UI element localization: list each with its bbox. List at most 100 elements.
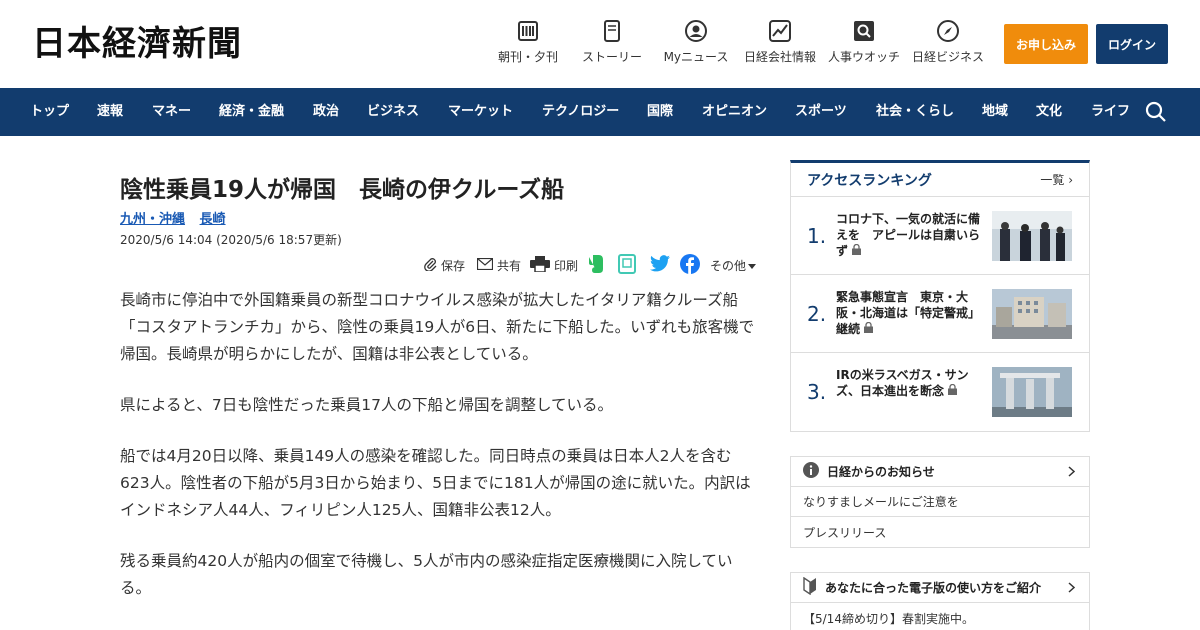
ranking-item[interactable]: 1. コロナ下、一気の就活に備えを アピールは自粛いらず (791, 197, 1089, 275)
article-title: 陰性乗員19人が帰国 長崎の伊クルーズ船 (120, 177, 565, 203)
ranking-thumbnail-resort (992, 367, 1072, 417)
digital-guide-title: あなたに合った電子版の使い方をご紹介 (825, 581, 1042, 595)
user-icon (685, 20, 707, 42)
site-logo[interactable]: 日本経濟新聞 (32, 24, 242, 64)
search-icon[interactable] (1145, 101, 1167, 123)
article-tags: 九州・沖縄 長崎 (120, 208, 236, 227)
nav-item-society[interactable]: 社会・くらし (876, 88, 954, 136)
site-header: 日本経濟新聞 朝刊・夕刊 ストーリー Myニュース 日経会社情報 人事ウオッチ (0, 0, 1200, 88)
share-label: 共有 (497, 258, 522, 273)
print-label: 印刷 (554, 258, 579, 273)
article-paragraph: 船では4月20日以降、乗員149人の感染を確認した。同日時点の乗員は日本人2人を… (120, 447, 751, 519)
phone-icon (601, 20, 623, 42)
chevron-right-icon (1068, 466, 1076, 480)
nav-item-region[interactable]: 地域 (982, 88, 1008, 136)
save-label: 保存 (441, 258, 466, 273)
nav-item-culture[interactable]: 文化 (1036, 88, 1062, 136)
ranking-item[interactable]: 2. 緊急事態宣言 東京・大阪・北海道は「特定警戒」継続 (791, 275, 1089, 353)
more-label: その他 (710, 258, 747, 273)
printer-icon (530, 255, 554, 275)
nav-item-money[interactable]: マネー (152, 88, 191, 136)
header-nav-personnel-watch[interactable]: 人事ウオッチ (819, 20, 909, 65)
ranking-number: 1. (807, 224, 827, 248)
bookmark-button[interactable] (618, 253, 640, 277)
header-nav-label: 日経ビジネス (911, 50, 984, 64)
ranking-headline: コロナ下、一気の就活に備えを アピールは自粛いらず (836, 212, 981, 258)
header-nav-label: 人事ウオッチ (827, 50, 900, 64)
tag-link-kyushu[interactable]: 九州・沖縄 (120, 212, 185, 227)
ranking-thumbnail-students (992, 211, 1072, 261)
twitter-icon (650, 255, 674, 275)
ranking-headline: 緊急事態宣言 東京・大阪・北海道は「特定警戒」継続 (836, 290, 981, 336)
evernote-button[interactable] (586, 254, 608, 276)
lock-icon (852, 243, 862, 258)
header-nav-label: 朝刊・夕刊 (497, 50, 558, 64)
login-button[interactable]: ログイン (1096, 24, 1168, 64)
ranking-item[interactable]: 3. IRの米ラスベガス・サンズ、日本進出を断念 (791, 353, 1089, 431)
ranking-number: 3. (807, 380, 827, 404)
facebook-icon (680, 253, 704, 277)
nav-item-life[interactable]: ライフ (1091, 88, 1130, 136)
print-button[interactable]: 印刷 (530, 254, 578, 276)
digital-guide: あなたに合った電子版の使い方をご紹介 【5/14締め切り】春割実施中。 (790, 572, 1090, 630)
digital-guide-item[interactable]: 【5/14締め切り】春割実施中。 (791, 603, 1089, 630)
info-icon (803, 462, 827, 481)
newspaper-icon (517, 20, 539, 42)
nav-item-breaking[interactable]: 速報 (97, 88, 123, 136)
notice-item[interactable]: なりすましメールにご注意を (791, 487, 1089, 517)
main-nav: トップ 速報 マネー 経済・金融 政治 ビジネス マーケット テクノロジー 国際… (0, 88, 1200, 136)
ranking-number: 2. (807, 302, 827, 326)
ranking-more-link[interactable]: 一覧 › (1040, 171, 1073, 188)
article-paragraph: 県によると、7日も陰性だった乗員17人の下船と帰国を調整している。 (120, 396, 614, 414)
note-icon (618, 253, 640, 277)
mail-icon (476, 257, 497, 273)
subscribe-button[interactable]: お申し込み (1004, 24, 1088, 64)
nav-item-opinion[interactable]: オピニオン (702, 88, 767, 136)
nikkei-notice: 日経からのお知らせ なりすましメールにご注意を プレスリリース (790, 456, 1090, 548)
header-nav-label: 日経会社情報 (743, 50, 816, 64)
nav-item-technology[interactable]: テクノロジー (542, 88, 619, 136)
header-nav-mynews[interactable]: Myニュース (651, 20, 741, 65)
article-paragraph: 長崎市に停泊中で外国籍乗員の新型コロナウイルス感染が拡大したイタリア籍クルーズ船… (120, 291, 755, 363)
notice-header[interactable]: 日経からのお知らせ (791, 457, 1089, 487)
chart-icon (769, 20, 791, 42)
digital-guide-header[interactable]: あなたに合った電子版の使い方をご紹介 (791, 573, 1089, 603)
nav-item-business[interactable]: ビジネス (367, 88, 419, 136)
nav-item-sports[interactable]: スポーツ (795, 88, 847, 136)
nav-item-market[interactable]: マーケット (448, 88, 513, 136)
nav-item-economy[interactable]: 経済・金融 (219, 88, 284, 136)
ranking-headline: IRの米ラスベガス・サンズ、日本進出を断念 (836, 368, 969, 398)
nav-item-politics[interactable]: 政治 (313, 88, 339, 136)
article-paragraph: 残る乗員約420人が船内の個室で待機し、5人が市内の感染症指定医療機関に入院して… (120, 552, 733, 597)
notice-title: 日経からのお知らせ (827, 465, 935, 479)
tag-link-nagasaki[interactable]: 長崎 (200, 212, 226, 227)
article-date: 2020/5/6 14:04 (2020/5/6 18:57更新) (120, 233, 342, 247)
lock-icon (948, 383, 958, 398)
share-button[interactable]: 共有 (476, 254, 522, 276)
clip-icon (424, 257, 441, 274)
header-nav-nikkei-business[interactable]: 日経ビジネス (903, 20, 993, 65)
header-nav-label: ストーリー (581, 50, 642, 64)
magnifier-icon (853, 20, 875, 42)
lock-icon (864, 321, 874, 336)
access-ranking: アクセスランキング 一覧 › 1. コロナ下、一気の就活に備えを アピールは自粛… (790, 160, 1090, 432)
more-share-button[interactable]: その他 (710, 254, 760, 276)
ranking-thumbnail-city (992, 289, 1072, 339)
save-button[interactable]: 保存 (424, 254, 465, 276)
header-nav-company-info[interactable]: 日経会社情報 (735, 20, 825, 65)
ranking-title: アクセスランキング (807, 172, 932, 189)
header-nav-newspaper[interactable]: 朝刊・夕刊 (483, 20, 573, 65)
twitter-button[interactable] (650, 254, 674, 276)
nav-item-international[interactable]: 国際 (647, 88, 673, 136)
notice-item[interactable]: プレスリリース (791, 517, 1089, 547)
facebook-button[interactable] (680, 253, 704, 277)
chevron-right-icon (1068, 582, 1076, 596)
compass-icon (937, 20, 959, 42)
beginner-mark-icon (803, 576, 825, 598)
nav-item-top[interactable]: トップ (30, 88, 69, 136)
evernote-icon (586, 254, 608, 277)
header-nav-story[interactable]: ストーリー (567, 20, 657, 65)
header-nav-label: Myニュース (663, 50, 729, 64)
ranking-header: アクセスランキング 一覧 › (791, 163, 1089, 197)
caret-down-icon (746, 258, 760, 272)
